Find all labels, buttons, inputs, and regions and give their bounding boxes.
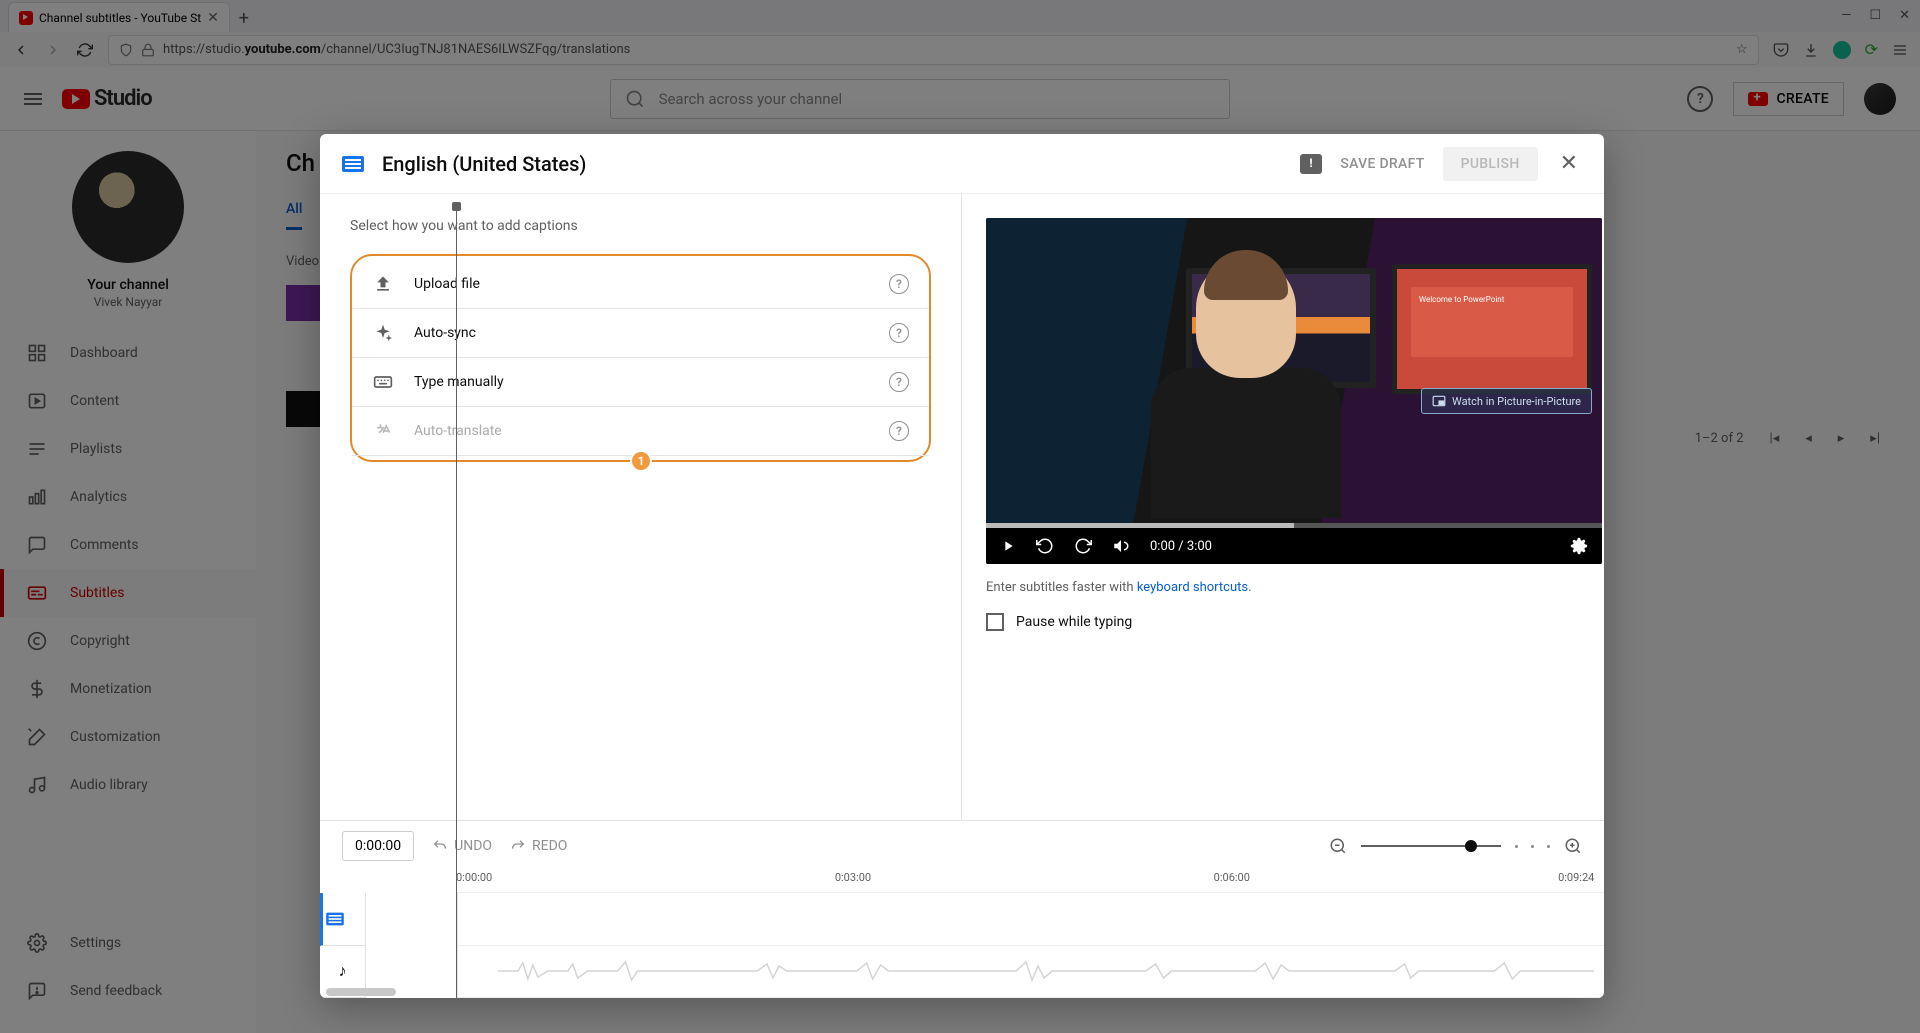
modal-header: English (United States) SAVE DRAFT PUBLI… [320, 134, 1604, 194]
help-icon[interactable]: ? [889, 323, 909, 343]
feedback-icon[interactable] [1300, 154, 1322, 174]
audio-lane[interactable] [458, 946, 1604, 999]
slide-text: Welcome to PowerPoint [1411, 287, 1573, 357]
playhead[interactable] [456, 204, 457, 998]
subtitle-track-tab[interactable] [320, 893, 365, 946]
option-auto-sync[interactable]: Auto-sync? [352, 309, 929, 358]
zoom-slider[interactable] [1361, 845, 1501, 847]
zoom-out-icon[interactable] [1329, 837, 1347, 855]
option-upload-file[interactable]: Upload file? [352, 260, 929, 309]
pip-button[interactable]: Watch in Picture-in-Picture [1421, 388, 1592, 414]
timeline: 0:00:00 UNDO REDO 0:00:00 0:03:00 0:06:00 0… [320, 820, 1604, 998]
ruler-mark: 0:06:00 [1214, 871, 1250, 884]
sparkle-icon [372, 323, 394, 343]
hint-text: Enter subtitles faster with keyboard sho… [986, 580, 1604, 595]
video-controls: 0:00 / 3:00 [986, 528, 1602, 564]
save-draft-button[interactable]: SAVE DRAFT [1340, 156, 1424, 172]
monitor-right: Welcome to PowerPoint [1392, 264, 1592, 394]
annotation-badge: 1 [630, 450, 652, 472]
person [1126, 258, 1366, 528]
help-icon[interactable]: ? [889, 274, 909, 294]
timecode-input[interactable]: 0:00:00 [342, 831, 414, 861]
modal-title: English (United States) [382, 152, 586, 176]
subtitles-icon [342, 156, 364, 172]
caption-options-pane: Select how you want to add captions Uplo… [320, 194, 962, 820]
pause-label: Pause while typing [1016, 614, 1132, 630]
volume-icon[interactable] [1112, 537, 1130, 555]
seek-bar[interactable] [986, 523, 1602, 528]
subtitles-icon [326, 912, 344, 925]
play-icon[interactable] [1000, 538, 1016, 554]
option-label: Upload file [414, 276, 480, 292]
subtitle-lane[interactable] [458, 893, 1604, 946]
close-icon[interactable]: ✕ [1556, 147, 1582, 180]
rewind-10-icon[interactable] [1036, 537, 1054, 555]
option-label: Type manually [414, 374, 504, 390]
option-auto-translate: Auto-translate? [352, 407, 929, 456]
option-type-manually[interactable]: Type manually? [352, 358, 929, 407]
preview-pane: Welcome to PowerPoint Watch in Picture-i… [962, 194, 1604, 820]
translate-icon [372, 421, 394, 441]
video-time: 0:00 / 3:00 [1150, 539, 1212, 554]
upload-icon [372, 274, 394, 294]
option-label: Auto-sync [414, 325, 476, 341]
instruction-text: Select how you want to add captions [350, 218, 931, 234]
forward-10-icon[interactable] [1074, 537, 1092, 555]
caption-options-card: Upload file?Auto-sync?Type manually?Auto… [350, 254, 931, 462]
help-icon[interactable]: ? [889, 372, 909, 392]
undo-button[interactable]: UNDO [432, 838, 492, 854]
ruler-mark: 0:00:00 [456, 871, 492, 884]
horizontal-scrollbar[interactable] [326, 988, 396, 996]
ruler-mark: 0:03:00 [835, 871, 871, 884]
video-frame: Welcome to PowerPoint Watch in Picture-i… [986, 218, 1602, 528]
pause-checkbox[interactable] [986, 613, 1004, 631]
waveform [498, 960, 1594, 982]
keyboard-icon [372, 372, 394, 392]
publish-button: PUBLISH [1443, 147, 1538, 181]
help-icon[interactable]: ? [889, 421, 909, 441]
zoom-in-icon[interactable] [1564, 837, 1582, 855]
video-preview[interactable]: Welcome to PowerPoint Watch in Picture-i… [986, 218, 1602, 564]
option-label: Auto-translate [414, 423, 502, 439]
subtitle-editor-modal: English (United States) SAVE DRAFT PUBLI… [320, 134, 1604, 998]
keyboard-shortcuts-link[interactable]: keyboard shortcuts [1137, 580, 1248, 595]
ruler-mark: 0:09:24 [1558, 871, 1594, 884]
settings-gear-icon[interactable] [1570, 537, 1588, 555]
redo-button[interactable]: REDO [510, 838, 567, 854]
